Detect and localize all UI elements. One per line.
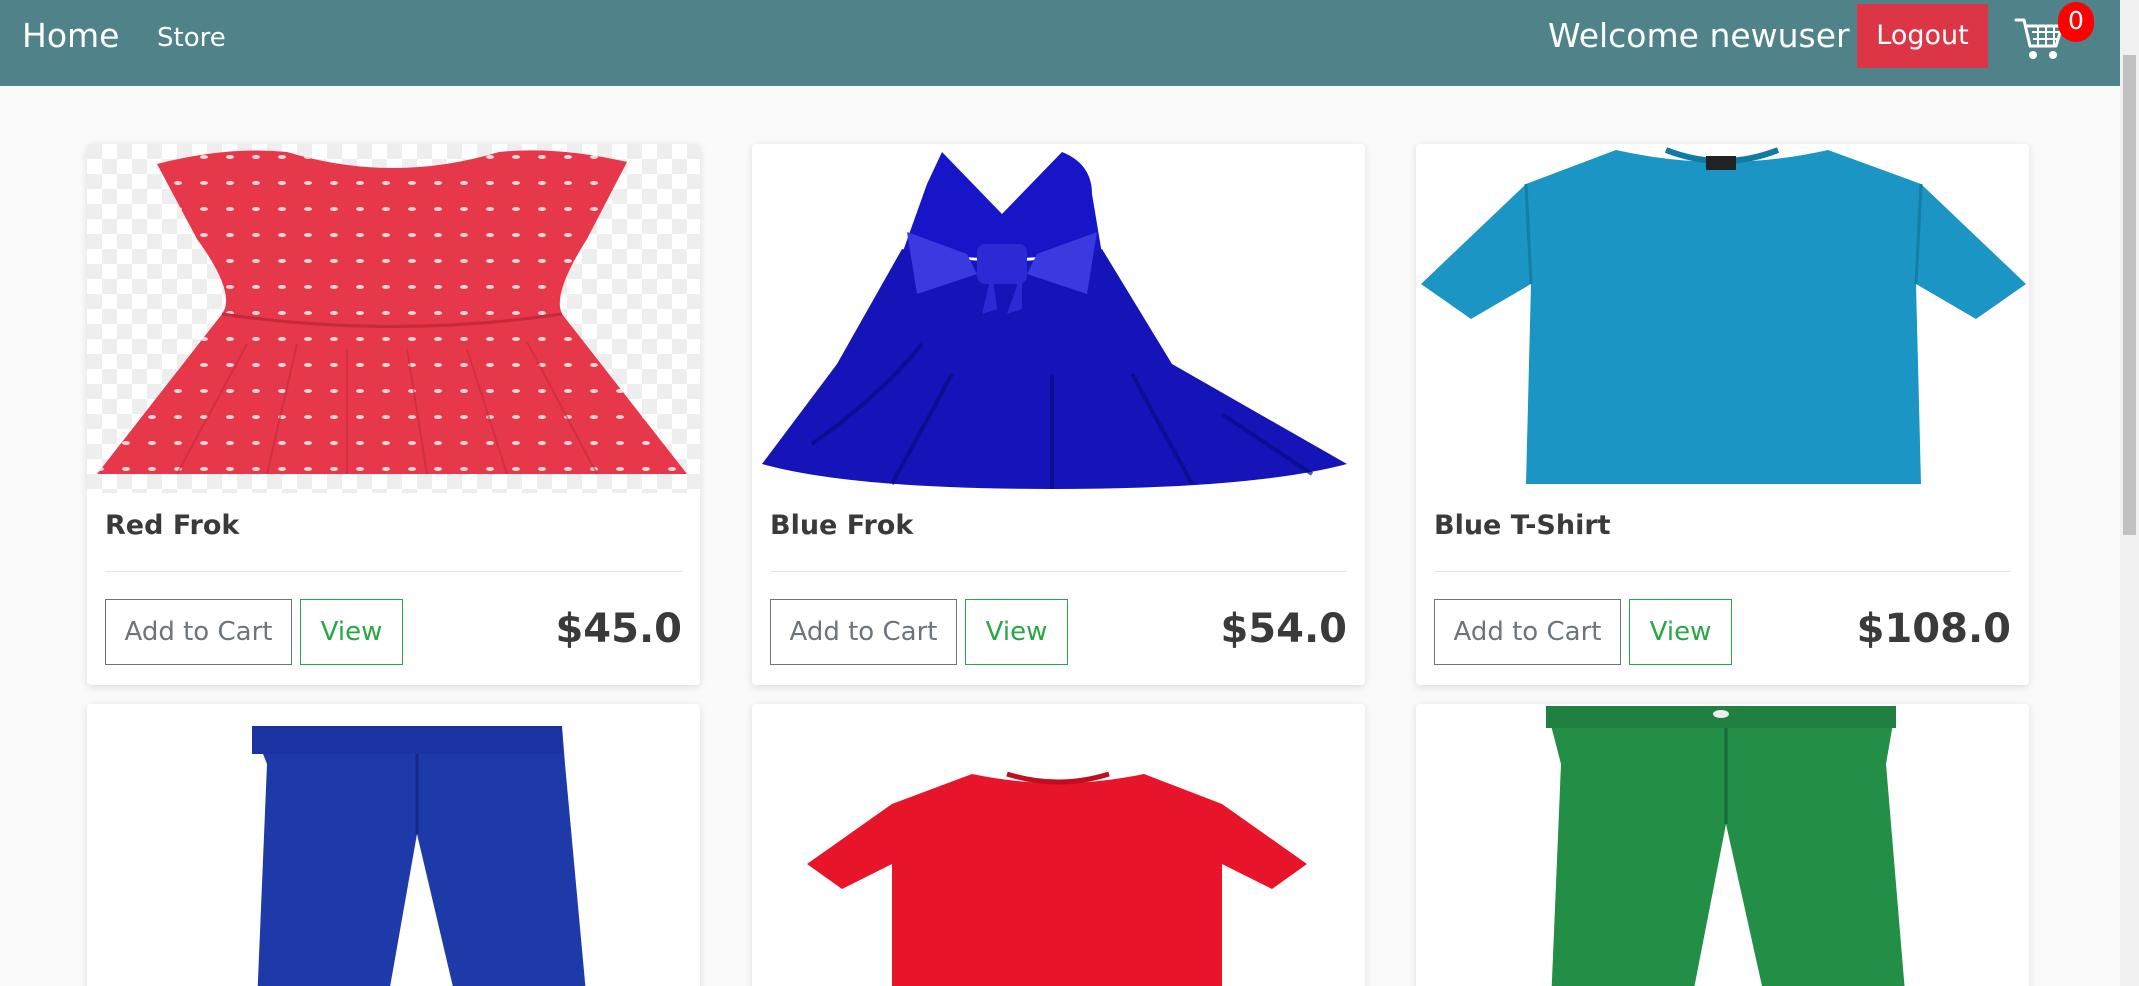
product-name: Blue T-Shirt: [1434, 510, 1611, 541]
product-image-blue-pants: [87, 704, 700, 986]
product-image-green-pants: [1416, 704, 2029, 986]
product-card: [752, 704, 1365, 986]
logout-button[interactable]: Logout: [1857, 4, 1988, 68]
product-image-blue-dress: [752, 144, 1365, 493]
navbar: Home Store Welcome newuser Logout 0: [0, 0, 2120, 86]
product-card: Blue T-Shirt Add to Cart View $108.0: [1416, 144, 2029, 685]
product-price: $45.0: [555, 606, 682, 652]
product-image-blue-tshirt: [1416, 144, 2029, 493]
product-name: Blue Frok: [770, 510, 914, 541]
product-card: Red Frok Add to Cart View $45.0: [87, 144, 700, 685]
product-card: Blue Frok Add to Cart View $54.0: [752, 144, 1365, 685]
add-to-cart-button[interactable]: Add to Cart: [770, 599, 957, 665]
view-button[interactable]: View: [1629, 599, 1732, 665]
scrollbar-thumb[interactable]: [2123, 55, 2136, 535]
view-button[interactable]: View: [300, 599, 403, 665]
add-to-cart-button[interactable]: Add to Cart: [105, 599, 292, 665]
product-card: [87, 704, 700, 986]
view-button[interactable]: View: [965, 599, 1068, 665]
card-divider: [105, 571, 682, 572]
nav-store-link[interactable]: Store: [157, 23, 226, 53]
welcome-text: Welcome newuser: [1548, 16, 1850, 55]
product-image-red-tshirt: [752, 704, 1365, 986]
page-scrollbar[interactable]: [2120, 0, 2139, 986]
product-image-red-dress: [87, 144, 700, 493]
nav-home-link[interactable]: Home: [22, 16, 119, 55]
cart-count-badge: 0: [2058, 2, 2094, 42]
product-price: $108.0: [1856, 606, 2011, 652]
card-divider: [770, 571, 1347, 572]
add-to-cart-button[interactable]: Add to Cart: [1434, 599, 1621, 665]
product-price: $54.0: [1220, 606, 1347, 652]
product-name: Red Frok: [105, 510, 240, 541]
card-divider: [1434, 571, 2011, 572]
product-card: [1416, 704, 2029, 986]
